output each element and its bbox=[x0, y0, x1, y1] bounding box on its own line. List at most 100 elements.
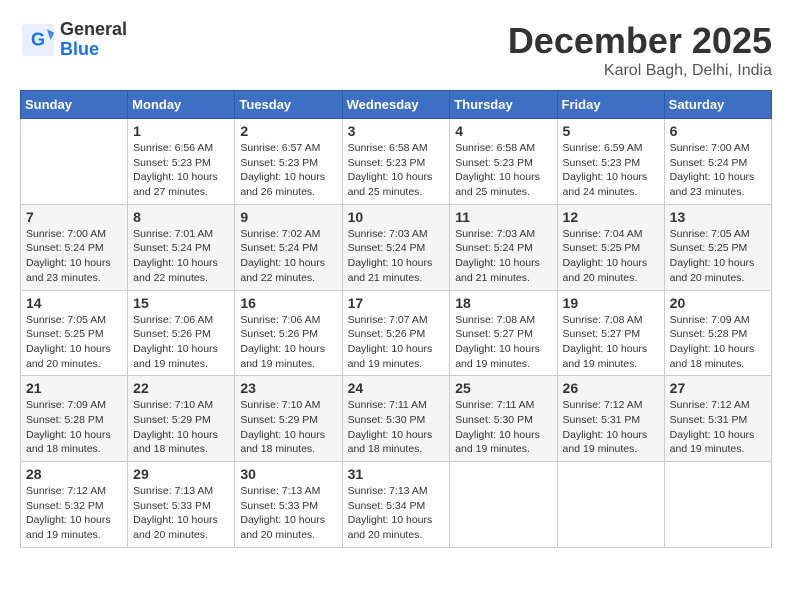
calendar-week-4: 28 Sunrise: 7:12 AM Sunset: 5:32 PM Dayli… bbox=[21, 462, 772, 548]
header-row: SundayMondayTuesdayWednesdayThursdayFrid… bbox=[21, 91, 772, 119]
day-info: Sunrise: 7:11 AM Sunset: 5:30 PM Dayligh… bbox=[348, 398, 445, 457]
header-day-wednesday: Wednesday bbox=[342, 91, 450, 119]
day-info: Sunrise: 7:10 AM Sunset: 5:29 PM Dayligh… bbox=[133, 398, 229, 457]
calendar-week-1: 7Sunrise: 7:00 AM Sunset: 5:24 PM Daylig… bbox=[21, 204, 772, 290]
day-number: 26 bbox=[563, 380, 659, 396]
calendar-cell bbox=[450, 462, 557, 548]
calendar-week-2: 14Sunrise: 7:05 AM Sunset: 5:25 PM Dayli… bbox=[21, 290, 772, 376]
day-info: Sunrise: 7:08 AM Sunset: 5:27 PM Dayligh… bbox=[563, 313, 659, 372]
calendar-cell: 9Sunrise: 7:02 AM Sunset: 5:24 PM Daylig… bbox=[235, 204, 342, 290]
svg-text:G: G bbox=[31, 29, 45, 49]
logo-blue-text: Blue bbox=[60, 40, 127, 60]
calendar-cell: 16 Sunrise: 7:06 AM Sunset: 5:26 PM Dayli… bbox=[235, 290, 342, 376]
day-info: Sunrise: 7:06 AM Sunset: 5:26 PM Dayligh… bbox=[240, 313, 336, 372]
day-number: 18 bbox=[455, 295, 551, 311]
calendar-header: SundayMondayTuesdayWednesdayThursdayFrid… bbox=[21, 91, 772, 119]
day-number: 19 bbox=[563, 295, 659, 311]
day-number: 22 bbox=[133, 380, 229, 396]
day-info: Sunrise: 7:07 AM Sunset: 5:26 PM Dayligh… bbox=[348, 313, 445, 372]
page-header: G General Blue December 2025 Karol Bagh,… bbox=[20, 20, 772, 80]
day-info: Sunrise: 7:10 AM Sunset: 5:29 PM Dayligh… bbox=[240, 398, 336, 457]
calendar-cell: 18Sunrise: 7:08 AM Sunset: 5:27 PM Dayli… bbox=[450, 290, 557, 376]
calendar-cell: 21 Sunrise: 7:09 AM Sunset: 5:28 PM Dayli… bbox=[21, 376, 128, 462]
calendar-cell: 30 Sunrise: 7:13 AM Sunset: 5:33 PM Dayli… bbox=[235, 462, 342, 548]
calendar-cell bbox=[557, 462, 664, 548]
day-info: Sunrise: 7:12 AM Sunset: 5:31 PM Dayligh… bbox=[563, 398, 659, 457]
calendar-cell: 14Sunrise: 7:05 AM Sunset: 5:25 PM Dayli… bbox=[21, 290, 128, 376]
day-info: Sunrise: 7:05 AM Sunset: 5:25 PM Dayligh… bbox=[26, 313, 122, 372]
calendar-cell: 2 Sunrise: 6:57 AM Sunset: 5:23 PM Daylig… bbox=[235, 119, 342, 205]
header-day-friday: Friday bbox=[557, 91, 664, 119]
day-number: 13 bbox=[670, 209, 766, 225]
calendar-cell bbox=[21, 119, 128, 205]
day-info: Sunrise: 6:57 AM Sunset: 5:23 PM Dayligh… bbox=[240, 141, 336, 200]
logo: G General Blue bbox=[20, 20, 127, 60]
day-info: Sunrise: 7:13 AM Sunset: 5:33 PM Dayligh… bbox=[240, 484, 336, 543]
day-number: 2 bbox=[240, 123, 336, 139]
day-number: 21 bbox=[26, 380, 122, 396]
calendar-cell: 22 Sunrise: 7:10 AM Sunset: 5:29 PM Dayli… bbox=[128, 376, 235, 462]
calendar-cell: 20Sunrise: 7:09 AM Sunset: 5:28 PM Dayli… bbox=[664, 290, 771, 376]
day-info: Sunrise: 7:05 AM Sunset: 5:25 PM Dayligh… bbox=[670, 227, 766, 286]
page-subtitle: Karol Bagh, Delhi, India bbox=[508, 62, 772, 80]
day-number: 30 bbox=[240, 466, 336, 482]
calendar-cell: 26 Sunrise: 7:12 AM Sunset: 5:31 PM Dayli… bbox=[557, 376, 664, 462]
day-info: Sunrise: 7:04 AM Sunset: 5:25 PM Dayligh… bbox=[563, 227, 659, 286]
day-number: 3 bbox=[348, 123, 445, 139]
header-day-saturday: Saturday bbox=[664, 91, 771, 119]
calendar-cell: 13 Sunrise: 7:05 AM Sunset: 5:25 PM Dayli… bbox=[664, 204, 771, 290]
day-number: 12 bbox=[563, 209, 659, 225]
day-info: Sunrise: 6:58 AM Sunset: 5:23 PM Dayligh… bbox=[348, 141, 445, 200]
calendar-cell: 8Sunrise: 7:01 AM Sunset: 5:24 PM Daylig… bbox=[128, 204, 235, 290]
calendar-cell: 5Sunrise: 6:59 AM Sunset: 5:23 PM Daylig… bbox=[557, 119, 664, 205]
calendar-cell: 25Sunrise: 7:11 AM Sunset: 5:30 PM Dayli… bbox=[450, 376, 557, 462]
day-number: 24 bbox=[348, 380, 445, 396]
header-day-sunday: Sunday bbox=[21, 91, 128, 119]
day-number: 31 bbox=[348, 466, 445, 482]
day-info: Sunrise: 7:01 AM Sunset: 5:24 PM Dayligh… bbox=[133, 227, 229, 286]
calendar-cell: 1Sunrise: 6:56 AM Sunset: 5:23 PM Daylig… bbox=[128, 119, 235, 205]
calendar-cell: 24 Sunrise: 7:11 AM Sunset: 5:30 PM Dayli… bbox=[342, 376, 450, 462]
calendar-cell: 17 Sunrise: 7:07 AM Sunset: 5:26 PM Dayli… bbox=[342, 290, 450, 376]
header-day-tuesday: Tuesday bbox=[235, 91, 342, 119]
day-info: Sunrise: 7:00 AM Sunset: 5:24 PM Dayligh… bbox=[670, 141, 766, 200]
logo-text: General Blue bbox=[60, 20, 127, 60]
calendar-week-0: 1Sunrise: 6:56 AM Sunset: 5:23 PM Daylig… bbox=[21, 119, 772, 205]
day-info: Sunrise: 7:09 AM Sunset: 5:28 PM Dayligh… bbox=[26, 398, 122, 457]
header-day-monday: Monday bbox=[128, 91, 235, 119]
day-info: Sunrise: 7:02 AM Sunset: 5:24 PM Dayligh… bbox=[240, 227, 336, 286]
day-info: Sunrise: 7:12 AM Sunset: 5:32 PM Dayligh… bbox=[26, 484, 122, 543]
calendar-cell: 29Sunrise: 7:13 AM Sunset: 5:33 PM Dayli… bbox=[128, 462, 235, 548]
calendar-cell: 12 Sunrise: 7:04 AM Sunset: 5:25 PM Dayli… bbox=[557, 204, 664, 290]
calendar-cell: 15 Sunrise: 7:06 AM Sunset: 5:26 PM Dayli… bbox=[128, 290, 235, 376]
calendar-cell: 6Sunrise: 7:00 AM Sunset: 5:24 PM Daylig… bbox=[664, 119, 771, 205]
calendar-cell: 19 Sunrise: 7:08 AM Sunset: 5:27 PM Dayli… bbox=[557, 290, 664, 376]
title-block: December 2025 Karol Bagh, Delhi, India bbox=[508, 20, 772, 80]
day-info: Sunrise: 6:58 AM Sunset: 5:23 PM Dayligh… bbox=[455, 141, 551, 200]
day-number: 15 bbox=[133, 295, 229, 311]
logo-general-text: General bbox=[60, 20, 127, 40]
day-info: Sunrise: 7:13 AM Sunset: 5:33 PM Dayligh… bbox=[133, 484, 229, 543]
day-info: Sunrise: 7:06 AM Sunset: 5:26 PM Dayligh… bbox=[133, 313, 229, 372]
day-number: 17 bbox=[348, 295, 445, 311]
calendar-cell: 3 Sunrise: 6:58 AM Sunset: 5:23 PM Daylig… bbox=[342, 119, 450, 205]
day-number: 5 bbox=[563, 123, 659, 139]
day-number: 10 bbox=[348, 209, 445, 225]
calendar-cell: 4 Sunrise: 6:58 AM Sunset: 5:23 PM Daylig… bbox=[450, 119, 557, 205]
day-number: 23 bbox=[240, 380, 336, 396]
day-number: 16 bbox=[240, 295, 336, 311]
header-day-thursday: Thursday bbox=[450, 91, 557, 119]
day-number: 28 bbox=[26, 466, 122, 482]
day-info: Sunrise: 7:09 AM Sunset: 5:28 PM Dayligh… bbox=[670, 313, 766, 372]
day-info: Sunrise: 7:12 AM Sunset: 5:31 PM Dayligh… bbox=[670, 398, 766, 457]
calendar-cell: 31 Sunrise: 7:13 AM Sunset: 5:34 PM Dayli… bbox=[342, 462, 450, 548]
day-number: 4 bbox=[455, 123, 551, 139]
day-info: Sunrise: 7:03 AM Sunset: 5:24 PM Dayligh… bbox=[348, 227, 445, 286]
day-info: Sunrise: 6:56 AM Sunset: 5:23 PM Dayligh… bbox=[133, 141, 229, 200]
day-number: 27 bbox=[670, 380, 766, 396]
page-title: December 2025 bbox=[508, 20, 772, 62]
day-info: Sunrise: 7:11 AM Sunset: 5:30 PM Dayligh… bbox=[455, 398, 551, 457]
calendar-week-3: 21 Sunrise: 7:09 AM Sunset: 5:28 PM Dayli… bbox=[21, 376, 772, 462]
calendar-cell: 23 Sunrise: 7:10 AM Sunset: 5:29 PM Dayli… bbox=[235, 376, 342, 462]
day-info: Sunrise: 7:13 AM Sunset: 5:34 PM Dayligh… bbox=[348, 484, 445, 543]
